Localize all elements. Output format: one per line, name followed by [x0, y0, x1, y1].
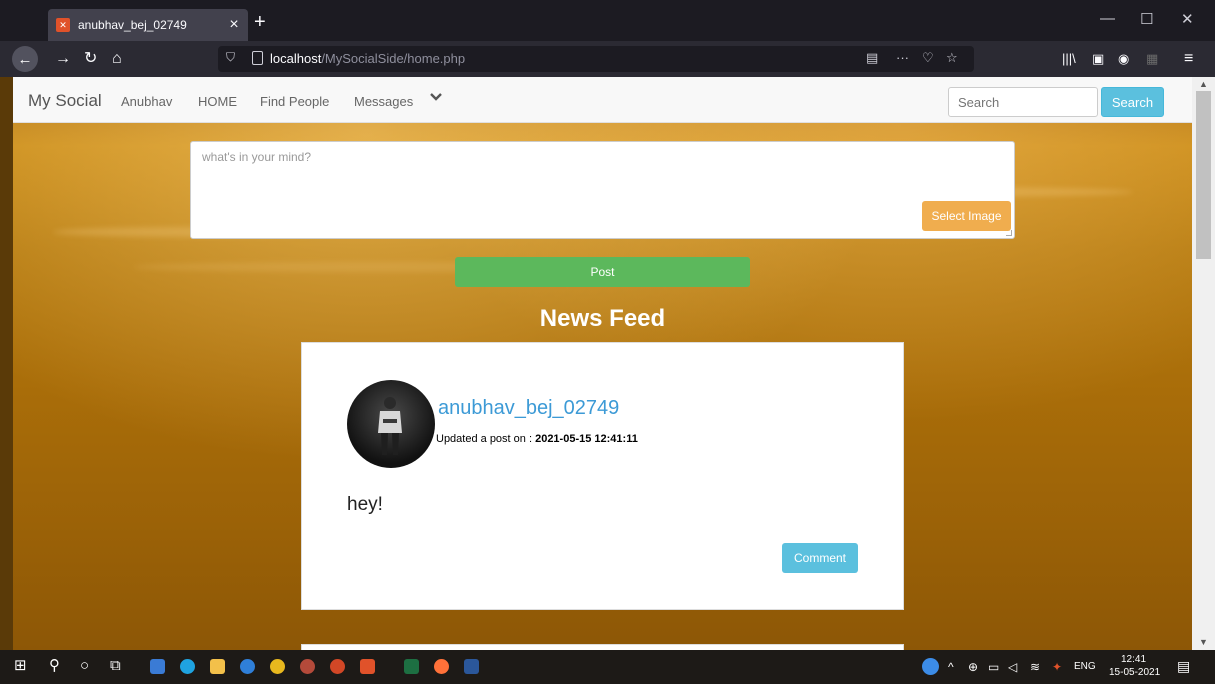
search-icon[interactable]: ⚲	[49, 657, 60, 675]
language-indicator[interactable]: ENG	[1074, 661, 1096, 672]
account-icon[interactable]: ◉	[1118, 49, 1129, 69]
forward-icon[interactable]: →	[55, 49, 71, 69]
word-icon[interactable]	[464, 659, 479, 674]
nav-link-find-people[interactable]: Find People	[260, 94, 329, 109]
help-icon[interactable]	[922, 658, 939, 675]
library-icon[interactable]: |||\	[1062, 49, 1076, 69]
chrome-icon[interactable]	[270, 659, 285, 674]
new-tab-icon[interactable]: +	[254, 12, 266, 32]
brand-link[interactable]: My Social	[28, 91, 102, 111]
obs-icon[interactable]	[300, 659, 315, 674]
scroll-thumb[interactable]	[1196, 91, 1211, 259]
windows-taskbar: ⊞ ⚲ ○ ⧉ ^ ⊕ ▭ ◁ ≋ ✦ ENG 12:41 15-05-2021…	[0, 650, 1215, 684]
extension-icon[interactable]: ▦	[1146, 49, 1158, 69]
comment-button[interactable]: Comment	[782, 543, 858, 573]
nav-link-messages[interactable]: Messages	[354, 94, 413, 109]
cortana-icon[interactable]: ○	[80, 657, 89, 675]
chevron-down-icon[interactable]	[430, 91, 442, 103]
scroll-up-icon[interactable]: ▲	[1192, 79, 1215, 89]
maximize-icon[interactable]: ☐	[1140, 10, 1153, 28]
clock-time[interactable]: 12:41	[1121, 654, 1146, 665]
file-explorer-icon[interactable]	[210, 659, 225, 674]
post-card: anubhav_bej_02749 Updated a post on : 20…	[301, 342, 904, 610]
notifications-icon[interactable]: ▤	[1177, 658, 1190, 675]
tab-close-icon[interactable]: ×	[220, 16, 248, 34]
address-bar[interactable]: ⛉ localhost/MySocialSide/home.php ▤ ··· …	[218, 46, 974, 72]
back-icon[interactable]: ←	[12, 46, 38, 72]
excel-icon[interactable]	[404, 659, 419, 674]
search-input[interactable]	[948, 87, 1098, 117]
page-info-icon[interactable]	[252, 51, 263, 65]
edge-icon[interactable]	[180, 659, 195, 674]
page-scrollbar[interactable]: ▲ ▼	[1192, 77, 1215, 650]
reload-icon[interactable]: ↻	[84, 49, 97, 69]
profile-photo-icon	[378, 397, 402, 455]
app-tray-icon[interactable]: ✦	[1052, 660, 1062, 674]
page-viewport: My Social Anubhav HOME Find People Messa…	[13, 77, 1192, 650]
firefox-icon[interactable]	[434, 659, 449, 674]
browser-titlebar: ✕ anubhav_bej_02749 × + — ☐ ✕	[0, 0, 1215, 41]
search-button[interactable]: Search	[1101, 87, 1164, 117]
volume-icon[interactable]: ◁	[1008, 660, 1017, 674]
sidebar-icon[interactable]: ▣	[1092, 49, 1104, 69]
nav-link-profile[interactable]: Anubhav	[121, 94, 172, 109]
pocket-icon[interactable]: ♡	[922, 50, 934, 66]
home-icon[interactable]: ⌂	[112, 49, 122, 69]
post-body: hey!	[347, 494, 383, 515]
reader-view-icon[interactable]: ▤	[866, 50, 878, 66]
close-window-icon[interactable]: ✕	[1181, 10, 1194, 28]
site-navbar: My Social Anubhav HOME Find People Messa…	[13, 77, 1192, 123]
xampp-favicon-icon: ✕	[56, 18, 70, 32]
post-textarea[interactable]: what's in your mind? Select Image	[190, 141, 1015, 239]
minimize-icon[interactable]: —	[1100, 10, 1115, 27]
desktop-app-icon[interactable]	[150, 659, 165, 674]
post-timestamp: 2021-05-15 12:41:11	[535, 433, 638, 445]
browser-tab[interactable]: ✕ anubhav_bej_02749 ×	[48, 9, 248, 41]
shield-icon[interactable]: ⛉	[226, 50, 235, 65]
post-meta: Updated a post on : 2021-05-15 12:41:11	[436, 433, 638, 445]
url-text: localhost/MySocialSide/home.php	[270, 51, 466, 66]
paint-icon[interactable]	[240, 659, 255, 674]
post-username-link[interactable]: anubhav_bej_02749	[438, 397, 619, 420]
nav-link-home[interactable]: HOME	[198, 94, 237, 109]
tray-device-icon[interactable]: ⊕	[968, 660, 978, 674]
task-view-icon[interactable]: ⧉	[110, 657, 121, 675]
more-actions-icon[interactable]: ···	[896, 50, 909, 65]
xampp-icon[interactable]	[360, 659, 375, 674]
page-left-edge	[0, 77, 13, 650]
powerpoint-icon[interactable]	[330, 659, 345, 674]
battery-icon[interactable]: ▭	[988, 660, 999, 674]
post-placeholder: what's in your mind?	[202, 150, 312, 164]
bookmark-star-icon[interactable]: ☆	[946, 50, 958, 66]
wifi-icon[interactable]: ≋	[1030, 660, 1040, 674]
post-button[interactable]: Post	[455, 257, 750, 287]
windows-start-icon[interactable]: ⊞	[14, 657, 27, 675]
browser-toolbar: ← → ↻ ⌂ ⛉ localhost/MySocialSide/home.ph…	[0, 41, 1215, 77]
scroll-down-icon[interactable]: ▼	[1192, 637, 1215, 647]
news-feed-heading: News Feed	[539, 305, 666, 332]
avatar[interactable]	[347, 380, 435, 468]
tray-expand-icon[interactable]: ^	[948, 660, 954, 674]
tab-title: anubhav_bej_02749	[78, 18, 187, 32]
resize-handle-icon[interactable]	[1006, 230, 1012, 236]
menu-icon[interactable]: ≡	[1184, 49, 1193, 69]
clock-date[interactable]: 15-05-2021	[1109, 667, 1160, 678]
select-image-button[interactable]: Select Image	[922, 201, 1011, 231]
